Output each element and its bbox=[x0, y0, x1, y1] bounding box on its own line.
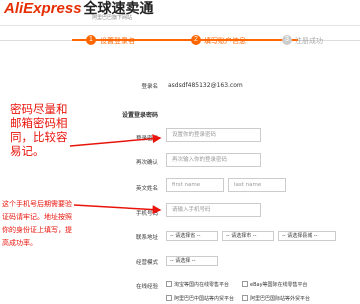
annotation-arrows bbox=[69, 134, 162, 215]
arrow-to-password bbox=[69, 134, 162, 147]
arrow-to-phone bbox=[73, 204, 162, 215]
